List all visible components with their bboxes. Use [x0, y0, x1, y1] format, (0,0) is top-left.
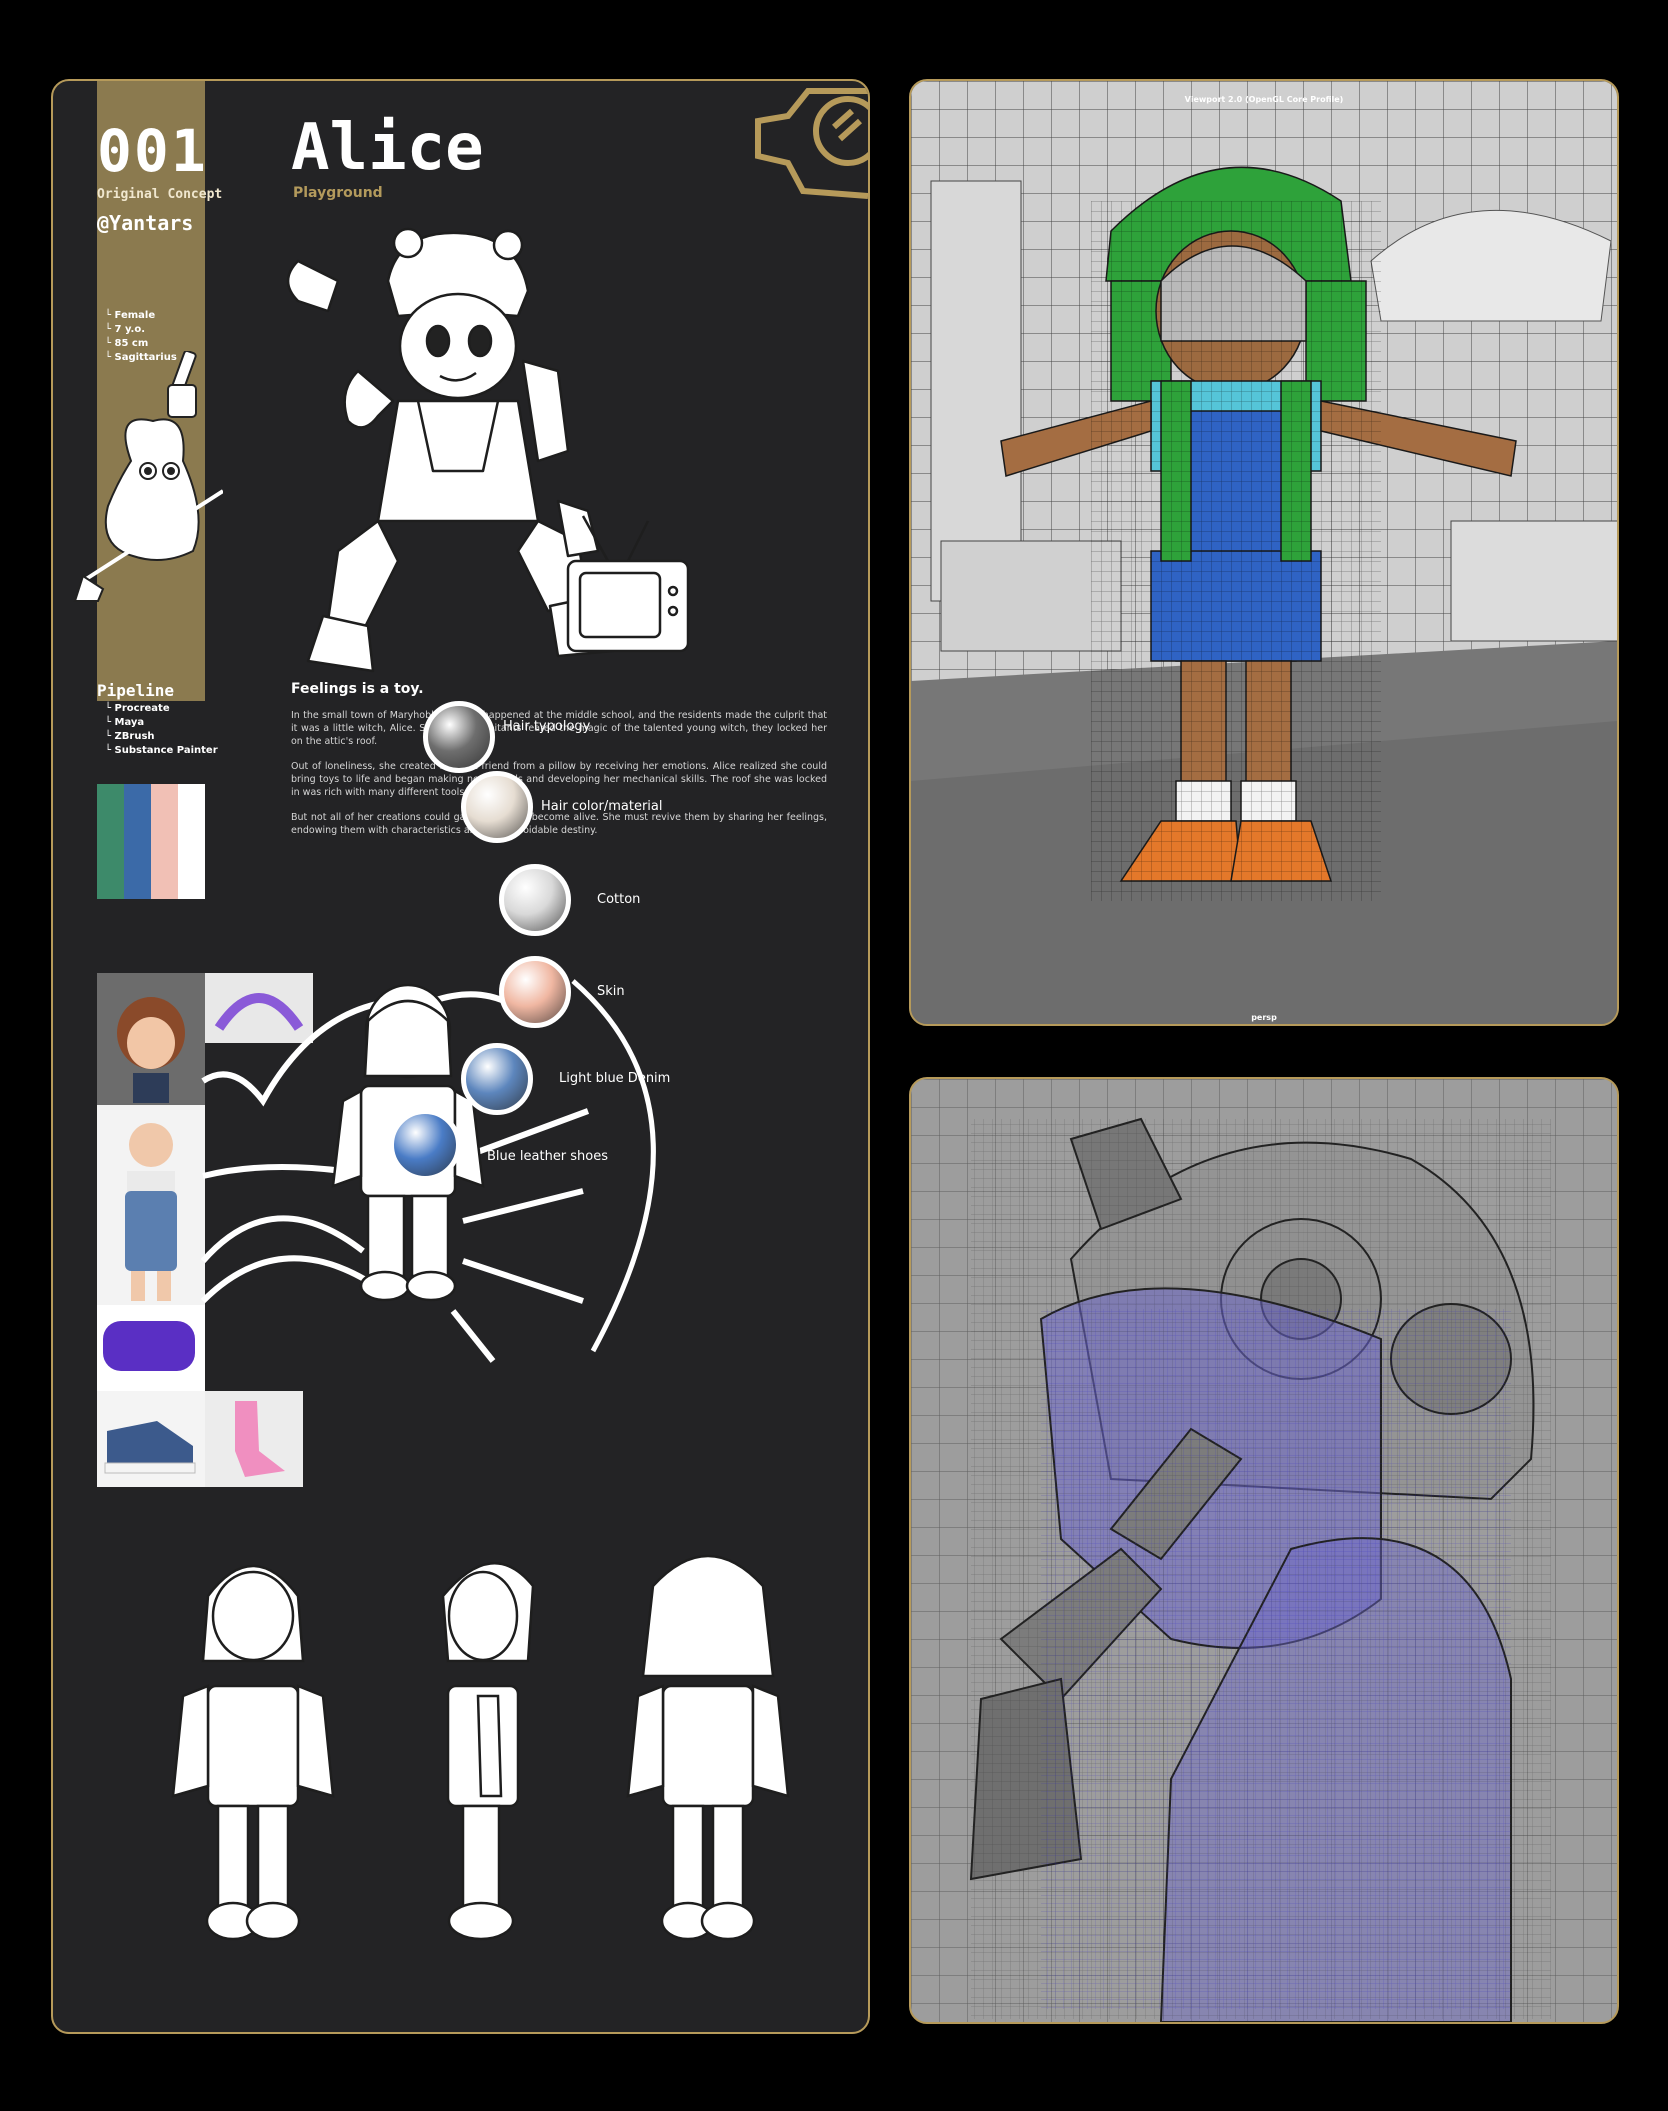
- turnaround-side: [441, 1562, 535, 1941]
- character-name: Alice: [291, 111, 484, 185]
- fact-gender: Female: [105, 309, 177, 323]
- material-label: Blue leather shoes: [487, 1149, 609, 1164]
- material-label: Hair color/material: [541, 799, 663, 814]
- palette-swatch: [151, 784, 178, 899]
- viewport-wireframe-render: [911, 81, 1617, 1024]
- character-sheet-panel: 001 Original Concept @Yantars Alice Play…: [51, 79, 870, 2034]
- project-subtitle: Playground: [293, 185, 383, 201]
- tool-substance-painter: Substance Painter: [105, 744, 218, 758]
- gear-icon: [755, 88, 868, 199]
- viewport-camera-label: persp: [1251, 1013, 1277, 1022]
- story-paragraph: But not all of her creations could gain …: [291, 812, 827, 836]
- palette-swatch: [124, 784, 151, 899]
- material-swatch-circle: [499, 864, 571, 936]
- material-swatch-circle: [461, 1043, 533, 1115]
- reference-photo-shoes: [97, 1391, 205, 1487]
- alice-lineart-illustration: [286, 227, 690, 673]
- tool-maya: Maya: [105, 716, 218, 730]
- pipeline-tools: Procreate Maya ZBrush Substance Painter: [105, 702, 218, 758]
- story-heading: Feelings is a toy.: [291, 681, 424, 697]
- story-paragraph: Out of loneliness, she created her first…: [291, 761, 827, 798]
- material-swatch-circle: [499, 956, 571, 1028]
- turnaround-front: [171, 1564, 335, 1941]
- pillow-creature-illustration: [73, 351, 223, 602]
- material-swatch-circle: [461, 771, 533, 843]
- color-palette: [97, 784, 205, 899]
- artist-handle: @Yantars: [97, 211, 194, 235]
- palette-swatch: [97, 784, 124, 899]
- material-label: Hair typology: [503, 719, 591, 734]
- reference-photo-socks: [205, 1391, 303, 1487]
- material-swatch-circle: [389, 1109, 461, 1181]
- wireframe-closeup-render: [911, 1079, 1617, 2022]
- material-label: Skin: [597, 984, 625, 999]
- palette-swatch: [178, 784, 205, 899]
- pipeline-heading: Pipeline: [97, 681, 175, 700]
- sheet-number: 001: [97, 117, 208, 185]
- turnaround-back: [626, 1554, 790, 1941]
- fact-height: 85 cm: [105, 337, 177, 351]
- fact-age: 7 y.o.: [105, 323, 177, 337]
- material-label: Cotton: [597, 892, 641, 907]
- material-label: Light blue Denim: [559, 1071, 671, 1086]
- viewport-renderer-label: Viewport 2.0 (OpenGL Core Profile): [1184, 95, 1344, 104]
- turnaround-lineart: [171, 1554, 790, 1941]
- concept-label: Original Concept: [97, 187, 223, 202]
- wireframe-closeup-panel[interactable]: [909, 1077, 1619, 2024]
- maya-viewport-panel[interactable]: Viewport 2.0 (OpenGL Core Profile) persp: [909, 79, 1619, 1026]
- material-swatch-circle: [423, 701, 495, 773]
- tool-procreate: Procreate: [105, 702, 218, 716]
- tool-zbrush: ZBrush: [105, 730, 218, 744]
